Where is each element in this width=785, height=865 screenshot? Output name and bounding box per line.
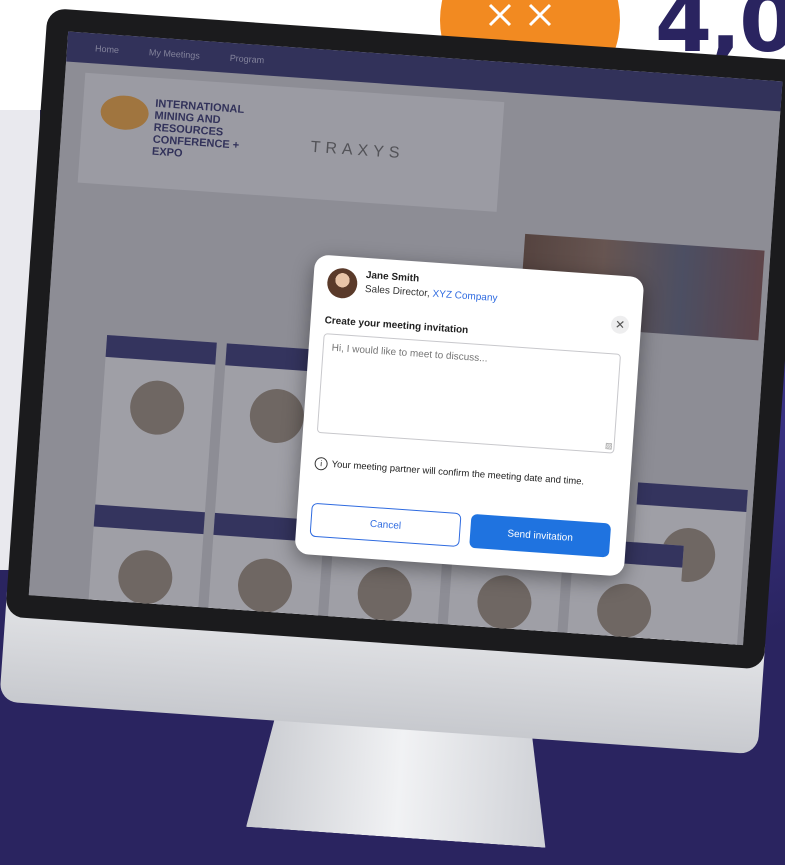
contact-company-link[interactable]: XYZ Company <box>432 289 498 305</box>
meeting-invitation-dialog: Jane Smith Sales Director, XYZ Company ✕… <box>294 254 645 577</box>
dialog-heading: Create your meeting invitation <box>324 315 469 337</box>
contact-title: Sales Director, XYZ Company <box>365 284 498 304</box>
message-input[interactable] <box>316 333 622 454</box>
imac-device: Home My Meetings Program INTERNATIONAL M… <box>0 0 785 865</box>
contact-name: Jane Smith <box>365 269 420 285</box>
cancel-button[interactable]: Cancel <box>309 502 462 548</box>
send-invitation-button[interactable]: Send invitation <box>469 513 612 558</box>
close-icon[interactable]: ✕ <box>610 315 630 335</box>
info-note: i Your meeting partner will confirm the … <box>314 456 585 489</box>
resize-grip-icon[interactable]: ▨ <box>605 441 613 451</box>
info-text: Your meeting partner will confirm the me… <box>331 458 585 488</box>
avatar <box>326 267 359 300</box>
imac-screen: Home My Meetings Program INTERNATIONAL M… <box>28 31 783 646</box>
info-icon: i <box>314 456 329 471</box>
contact-role: Sales Director, <box>364 283 431 300</box>
